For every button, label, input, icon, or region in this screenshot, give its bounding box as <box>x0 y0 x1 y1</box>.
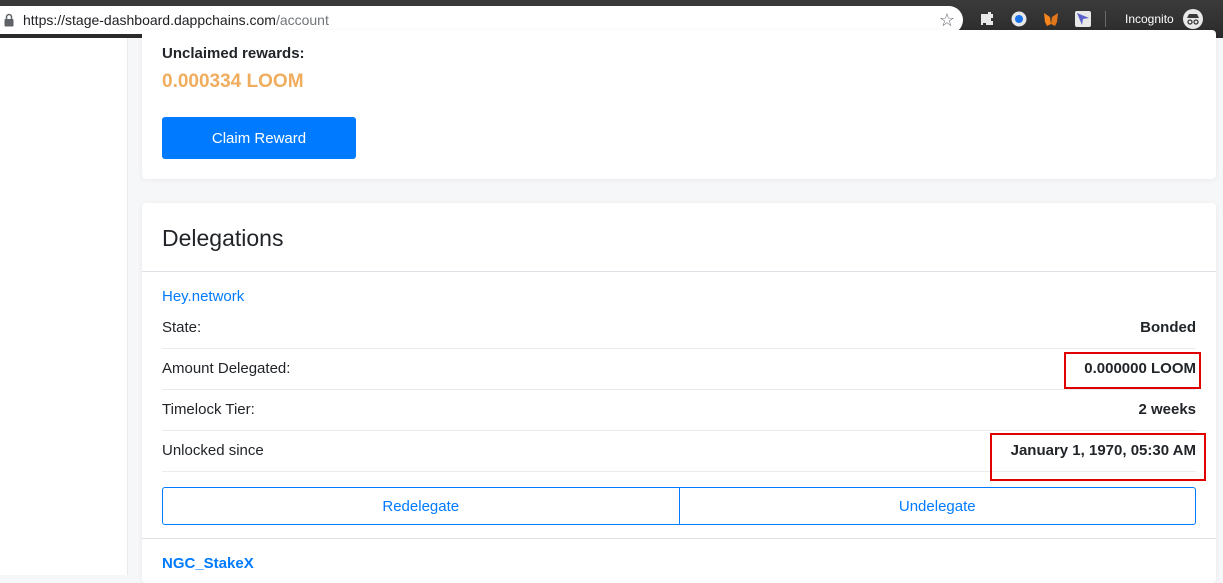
extension-puzzle-icon[interactable] <box>978 10 996 28</box>
unlocked-since-highlight-box <box>990 433 1206 481</box>
delegations-card: Delegations Hey.network State: Bonded Am… <box>142 203 1216 583</box>
lock-icon <box>4 13 14 27</box>
extension-kite-icon[interactable] <box>1074 10 1092 28</box>
url-text[interactable]: https://stage-dashboard.dappchains.com/a… <box>23 12 329 28</box>
amount-delegated-row: Amount Delegated: 0.000000 LOOM <box>162 349 1196 390</box>
unclaimed-rewards-title: Unclaimed rewards: <box>162 45 305 62</box>
divider <box>142 538 1216 539</box>
claim-reward-button[interactable]: Claim Reward <box>162 117 356 159</box>
unclaimed-rewards-amount: 0.000334 LOOM <box>162 71 304 92</box>
undelegate-button[interactable]: Undelegate <box>679 487 1196 525</box>
redelegate-button[interactable]: Redelegate <box>162 487 680 525</box>
url-path: /account <box>275 12 329 28</box>
url-host: https://stage-dashboard.dappchains.com <box>23 12 276 28</box>
extension-shield-icon[interactable] <box>1010 10 1028 28</box>
toolbar-separator <box>1105 11 1106 27</box>
timelock-tier-value: 2 weeks <box>1138 401 1196 418</box>
validator-link-ngc-stakex[interactable]: NGC_StakeX <box>162 555 254 572</box>
unlocked-since-label: Unlocked since <box>162 442 264 459</box>
bookmark-star-icon[interactable]: ☆ <box>937 10 957 30</box>
state-row-divider <box>162 308 1196 349</box>
amount-delegated-label: Amount Delegated: <box>162 360 291 377</box>
validator-link-hey-network[interactable]: Hey.network <box>162 288 244 305</box>
divider <box>142 271 1216 272</box>
delegations-title: Delegations <box>162 225 284 251</box>
metamask-fox-icon[interactable] <box>1042 10 1060 28</box>
sidebar <box>0 38 128 575</box>
timelock-tier-row: Timelock Tier: 2 weeks <box>162 390 1196 431</box>
timelock-tier-label: Timelock Tier: <box>162 401 255 418</box>
delegation-actions: Redelegate Undelegate <box>162 487 1196 525</box>
amount-highlight-box <box>1064 352 1201 389</box>
rewards-card: Unclaimed rewards: 0.000334 LOOM Claim R… <box>142 30 1216 179</box>
incognito-icon[interactable] <box>1183 9 1203 29</box>
incognito-label: Incognito <box>1125 12 1174 26</box>
